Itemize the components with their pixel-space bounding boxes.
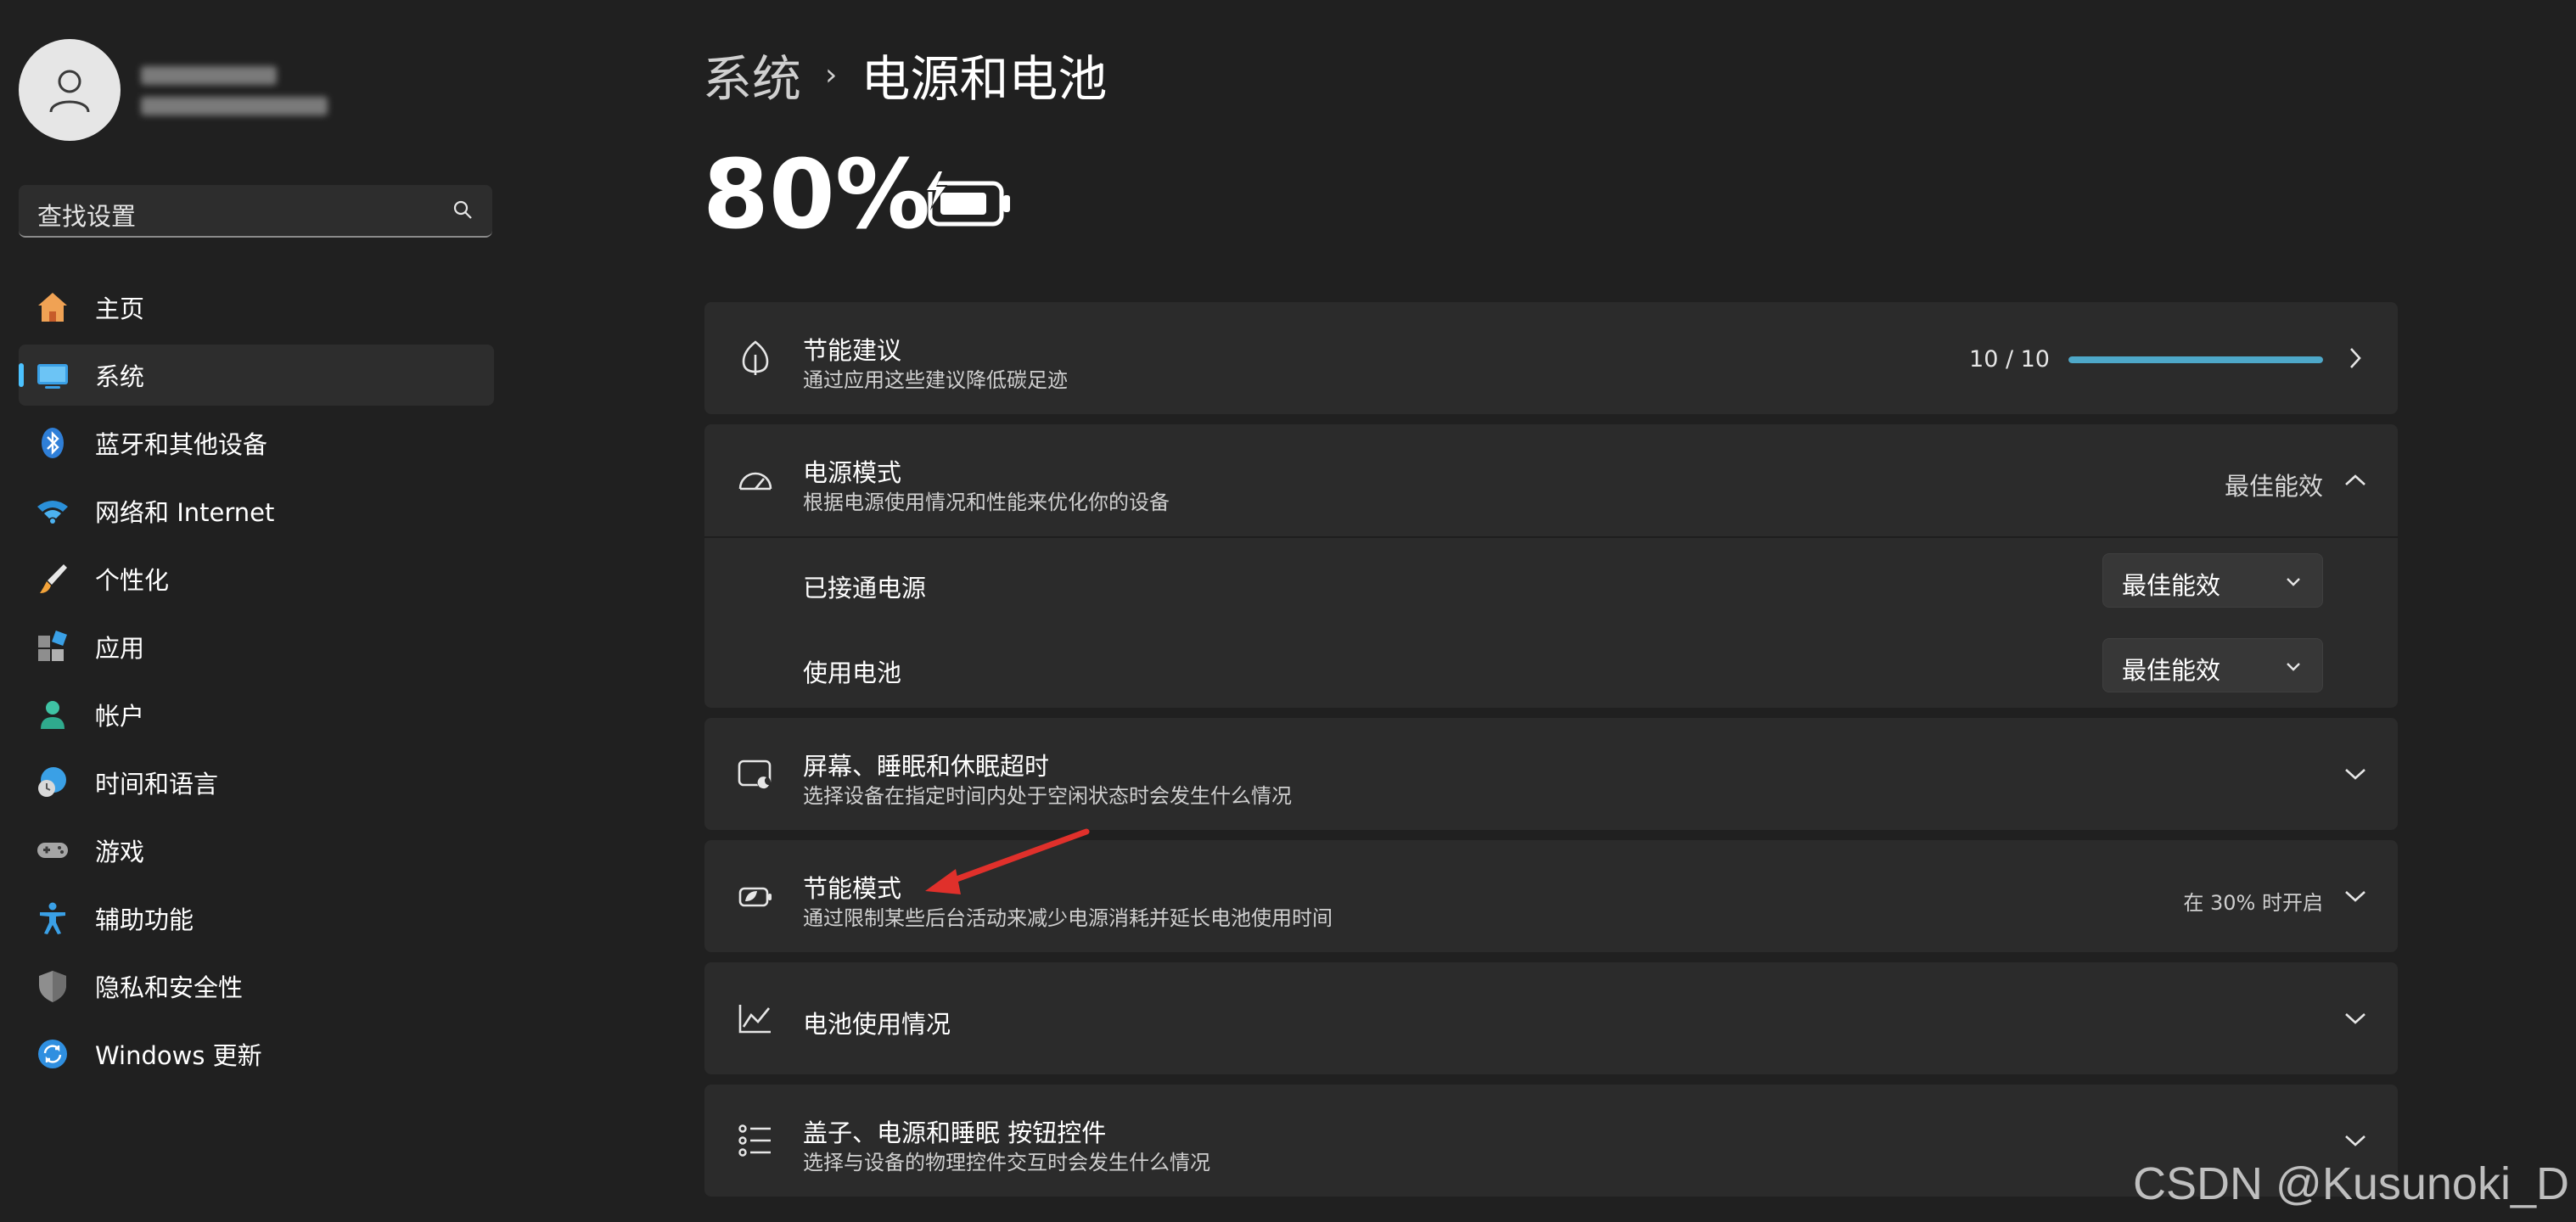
sidebar-item-personalization[interactable]: 个性化	[19, 548, 494, 609]
screen-sleep-icon	[735, 754, 776, 794]
chevron-down-icon	[2283, 571, 2304, 595]
sidebar-item-system[interactable]: 系统	[19, 345, 494, 406]
power-mode-header[interactable]: 电源模式 根据电源使用情况和性能来优化你的设备 最佳能效	[704, 424, 2398, 536]
bluetooth-icon	[34, 424, 71, 462]
chevron-down-icon	[2343, 1006, 2367, 1030]
search-placeholder: 查找设置	[37, 202, 137, 231]
leaf-icon	[735, 338, 776, 378]
sidebar-item-time-language[interactable]: 时间和语言	[19, 752, 494, 813]
sidebar-item-label: 时间和语言	[95, 770, 219, 799]
sidebar-item-label: 个性化	[95, 566, 170, 595]
sidebar-item-apps[interactable]: 应用	[19, 616, 494, 677]
search-icon[interactable]	[452, 199, 474, 224]
battery-percentage: 80%	[703, 140, 931, 250]
card-title: 屏幕、睡眠和休眠超时	[803, 752, 1050, 781]
power-mode-card: 电源模式 根据电源使用情况和性能来优化你的设备 最佳能效 已接通电源 最佳能效 …	[704, 424, 2398, 708]
card-title: 电池使用情况	[803, 1010, 951, 1039]
card-subtitle: 通过限制某些后台活动来减少电源消耗并延长电池使用时间	[803, 906, 1333, 930]
search-box[interactable]: 查找设置	[19, 185, 492, 238]
list-settings-icon	[735, 1120, 776, 1161]
gamepad-icon	[34, 832, 71, 869]
sidebar-item-label: 主页	[95, 294, 145, 323]
system-icon	[34, 356, 71, 394]
card-subtitle: 根据电源使用情况和性能来优化你的设备	[803, 490, 1170, 514]
sidebar-item-label: 应用	[95, 634, 145, 663]
breadcrumb-separator: ›	[825, 57, 838, 92]
breadcrumb: 系统 › 电源和电池	[703, 39, 1107, 110]
energy-saver-status: 在 30% 时开启	[2183, 891, 2323, 915]
update-icon	[34, 1035, 71, 1073]
screen-sleep-card[interactable]: 屏幕、睡眠和休眠超时 选择设备在指定时间内处于空闲状态时会发生什么情况	[704, 718, 2398, 830]
battery-usage-card[interactable]: 电池使用情况	[704, 962, 2398, 1074]
sidebar-item-label: 辅助功能	[95, 905, 194, 934]
sidebar-item-network[interactable]: 网络和 Internet	[19, 480, 494, 541]
sidebar: 查找设置 主页 系统 蓝牙和其他设备 网络和 Internet 个性化 应用 帐…	[0, 0, 509, 1222]
energy-saver-icon	[735, 876, 776, 916]
chevron-down-icon	[2283, 656, 2304, 680]
line-chart-icon	[735, 998, 776, 1039]
sidebar-item-label: 网络和 Internet	[95, 498, 275, 527]
power-mode-value: 最佳能效	[2224, 472, 2323, 501]
sidebar-item-home[interactable]: 主页	[19, 277, 494, 338]
on-battery-label: 使用电池	[803, 659, 902, 687]
card-subtitle: 选择与设备的物理控件交互时会发生什么情况	[803, 1151, 1210, 1174]
recommendation-progress-fill	[2068, 356, 2323, 363]
chevron-right-icon	[2343, 346, 2367, 370]
chevron-down-icon	[2343, 884, 2367, 908]
dropdown-value: 最佳能效	[2122, 571, 2221, 600]
wifi-icon	[34, 492, 71, 530]
shield-icon	[34, 967, 71, 1005]
chevron-down-icon	[2343, 762, 2367, 786]
sidebar-item-privacy[interactable]: 隐私和安全性	[19, 956, 494, 1017]
brush-icon	[34, 560, 71, 597]
recommendation-progress-bar	[2068, 356, 2323, 363]
sidebar-item-label: 系统	[95, 362, 145, 391]
apps-icon	[34, 628, 71, 665]
accessibility-icon	[34, 900, 71, 937]
home-icon	[34, 289, 71, 326]
sidebar-item-label: 帐户	[95, 702, 145, 731]
time-language-icon	[34, 764, 71, 801]
sidebar-item-label: 游戏	[95, 838, 145, 866]
divider	[704, 536, 2398, 538]
sidebar-item-label: 蓝牙和其他设备	[95, 430, 268, 459]
sidebar-item-bluetooth[interactable]: 蓝牙和其他设备	[19, 412, 494, 474]
on-battery-power-mode-dropdown[interactable]: 最佳能效	[2102, 638, 2323, 692]
user-icon	[49, 70, 90, 113]
sidebar-item-label: 隐私和安全性	[95, 973, 244, 1002]
annotation-arrow	[925, 828, 1090, 894]
watermark: CSDN @Kusunoki_D	[2132, 1158, 2569, 1209]
chevron-up-icon	[2343, 468, 2367, 492]
gauge-icon	[735, 460, 776, 501]
card-title: 盖子、电源和睡眠 按钮控件	[803, 1118, 1107, 1147]
battery-charging-icon	[918, 166, 1013, 241]
energy-recommendations-card[interactable]: 节能建议 通过应用这些建议降低碳足迹 10 / 10	[704, 302, 2398, 414]
card-title: 电源模式	[803, 458, 902, 487]
recommendation-score: 10 / 10	[1969, 346, 2050, 373]
sidebar-item-label: Windows 更新	[95, 1041, 262, 1070]
plugged-in-power-mode-dropdown[interactable]: 最佳能效	[2102, 553, 2323, 608]
sidebar-item-windows-update[interactable]: Windows 更新	[19, 1023, 494, 1085]
card-subtitle: 通过应用这些建议降低碳足迹	[803, 368, 1068, 392]
user-info-blurred	[141, 66, 328, 127]
avatar[interactable]	[19, 39, 121, 141]
page-title: 电源和电池	[861, 50, 1108, 108]
breadcrumb-parent[interactable]: 系统	[703, 39, 801, 110]
account-icon	[34, 696, 71, 733]
card-title: 节能模式	[803, 874, 902, 903]
sidebar-item-accessibility[interactable]: 辅助功能	[19, 888, 494, 949]
card-title: 节能建议	[803, 336, 902, 365]
sidebar-item-accounts[interactable]: 帐户	[19, 684, 494, 745]
sidebar-item-gaming[interactable]: 游戏	[19, 820, 494, 881]
card-subtitle: 选择设备在指定时间内处于空闲状态时会发生什么情况	[803, 784, 1292, 808]
chevron-down-icon	[2343, 1129, 2367, 1152]
dropdown-value: 最佳能效	[2122, 656, 2221, 685]
sidebar-nav: 主页 系统 蓝牙和其他设备 网络和 Internet 个性化 应用 帐户 时间和…	[19, 277, 494, 1091]
plugged-in-label: 已接通电源	[803, 574, 927, 603]
